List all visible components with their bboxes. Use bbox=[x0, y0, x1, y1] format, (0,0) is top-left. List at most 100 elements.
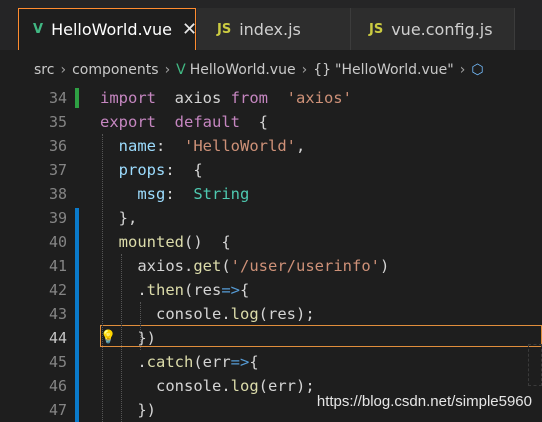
lightbulb-icon[interactable]: 💡 bbox=[100, 326, 116, 350]
indent-guide bbox=[140, 302, 142, 350]
code-text: name: 'HelloWorld', bbox=[100, 134, 306, 158]
line-number: 45 bbox=[48, 353, 67, 371]
line-number: 39 bbox=[48, 209, 67, 227]
code-line[interactable]: 34 import axios from 'axios' bbox=[0, 86, 542, 110]
code-token: '/user/userinfo' bbox=[230, 257, 380, 275]
code-editor[interactable]: https://blog.csdn.net/simple5960 34 impor… bbox=[0, 86, 542, 422]
cube-icon: ⬡ bbox=[471, 62, 484, 78]
code-line[interactable]: 41 axios.get('/user/userinfo') bbox=[0, 254, 542, 278]
indent-guide bbox=[121, 254, 123, 422]
code-token: log bbox=[230, 377, 259, 395]
line-number: 35 bbox=[48, 113, 67, 131]
line-number: 41 bbox=[48, 257, 67, 275]
code-token: { bbox=[249, 353, 259, 371]
chevron-right-icon: › bbox=[301, 62, 308, 78]
code-line[interactable]: 42 .then(res=>{ bbox=[0, 278, 542, 302]
breadcrumb-src[interactable]: src bbox=[34, 62, 54, 78]
code-token: { bbox=[240, 113, 268, 131]
code-line[interactable]: 37 props: { bbox=[0, 158, 542, 182]
tab-index-js[interactable]: JS index.js bbox=[197, 8, 350, 50]
code-line[interactable]: 46 console.log(err); bbox=[0, 374, 542, 398]
code-token: axios. bbox=[100, 257, 194, 275]
code-token: : { bbox=[165, 161, 203, 179]
code-text: export default { bbox=[100, 110, 268, 134]
code-line[interactable]: 40 mounted() { bbox=[0, 230, 542, 254]
line-number: 38 bbox=[48, 185, 67, 203]
tab-helloworld-vue[interactable]: V HelloWorld.vue ✕ bbox=[18, 8, 197, 50]
breadcrumb: src › components › V HelloWorld.vue › {}… bbox=[0, 56, 542, 84]
line-number: 42 bbox=[48, 281, 67, 299]
code-text: props: { bbox=[100, 158, 203, 182]
code-token: axios bbox=[156, 89, 231, 107]
line-number: 34 bbox=[48, 89, 67, 107]
js-file-icon: JS bbox=[369, 21, 384, 37]
code-token: ) bbox=[379, 257, 390, 275]
code-text: msg: String bbox=[100, 182, 249, 206]
code-token: console. bbox=[100, 377, 231, 395]
code-token: ( bbox=[221, 257, 231, 275]
code-line[interactable]: 38 msg: String bbox=[0, 182, 542, 206]
code-token: default bbox=[156, 113, 240, 131]
code-token: : bbox=[156, 137, 184, 155]
line-number: 44 bbox=[48, 329, 67, 347]
js-file-icon: JS bbox=[217, 21, 232, 37]
code-token: console. bbox=[100, 305, 231, 323]
code-line[interactable]: 47 }) bbox=[0, 398, 542, 422]
code-token: , bbox=[295, 137, 306, 155]
code-token: () { bbox=[184, 233, 231, 251]
code-token: (err); bbox=[258, 377, 315, 395]
vue-file-icon: V bbox=[33, 22, 44, 37]
code-token: get bbox=[193, 257, 222, 275]
line-number: 43 bbox=[48, 305, 67, 323]
breadcrumb-object[interactable]: "HelloWorld.vue" bbox=[335, 62, 454, 78]
code-token: msg bbox=[137, 185, 166, 203]
code-line[interactable]: 35 export default { bbox=[0, 110, 542, 134]
code-token: mounted bbox=[118, 233, 184, 251]
code-text: console.log(res); bbox=[100, 302, 315, 326]
breadcrumb-file[interactable]: HelloWorld.vue bbox=[190, 62, 296, 78]
added-line-marker bbox=[75, 88, 79, 108]
code-text: axios.get('/user/userinfo') bbox=[100, 254, 389, 278]
code-token: { bbox=[240, 281, 250, 299]
code-line[interactable]: 39 }, bbox=[0, 206, 542, 230]
code-token: => bbox=[221, 281, 240, 299]
code-text: }, bbox=[100, 206, 138, 230]
code-token: (err bbox=[193, 353, 231, 371]
code-token: 'HelloWorld' bbox=[184, 137, 296, 155]
tab-label: vue.config.js bbox=[391, 19, 493, 39]
object-braces-icon: {} bbox=[313, 62, 332, 78]
tab-bar: V HelloWorld.vue ✕ JS index.js JS vue.co… bbox=[0, 0, 542, 50]
code-line[interactable]: 44 }) bbox=[0, 326, 542, 350]
code-token: then bbox=[146, 281, 184, 299]
line-number: 36 bbox=[48, 137, 67, 155]
code-text: mounted() { bbox=[100, 230, 231, 254]
code-text: .catch(err=>{ bbox=[100, 350, 259, 374]
close-tab-icon[interactable]: ✕ bbox=[182, 19, 197, 40]
indent-guide bbox=[102, 134, 104, 422]
code-token: log bbox=[230, 305, 259, 323]
line-number: 46 bbox=[48, 377, 67, 395]
code-text: console.log(err); bbox=[100, 374, 315, 398]
breadcrumb-components[interactable]: components bbox=[72, 62, 159, 78]
code-token: (res bbox=[184, 281, 222, 299]
code-token: catch bbox=[146, 353, 194, 371]
tab-label: index.js bbox=[239, 19, 301, 39]
code-line[interactable]: 43 console.log(res); bbox=[0, 302, 542, 326]
code-token: props bbox=[118, 161, 166, 179]
tab-vue-config-js[interactable]: JS vue.config.js bbox=[351, 8, 514, 50]
modified-lines-marker bbox=[75, 208, 79, 422]
code-token: . bbox=[100, 281, 147, 299]
code-text: import axios from 'axios' bbox=[100, 86, 352, 110]
code-token: from bbox=[230, 89, 268, 107]
code-token: String bbox=[193, 185, 250, 203]
code-token: }) bbox=[100, 401, 156, 419]
chevron-right-icon: › bbox=[60, 62, 67, 78]
code-line[interactable]: 36 name: 'HelloWorld', bbox=[0, 134, 542, 158]
code-token: : bbox=[165, 185, 194, 203]
code-token: import bbox=[100, 89, 156, 107]
code-line[interactable]: 45 .catch(err=>{ bbox=[0, 350, 542, 374]
code-text: }) bbox=[100, 398, 156, 422]
line-number: 37 bbox=[48, 161, 67, 179]
line-number: 40 bbox=[48, 233, 67, 251]
